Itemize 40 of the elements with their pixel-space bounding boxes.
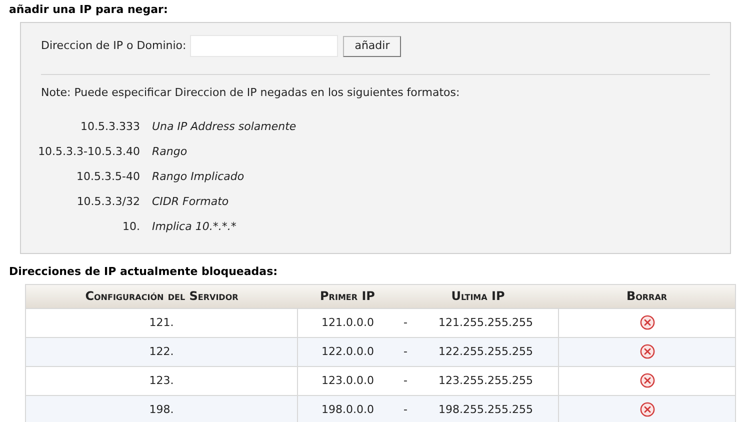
- format-description: Rango: [152, 145, 188, 159]
- range-dash: -: [398, 338, 414, 366]
- table-cell: 122.0.0.0: [298, 338, 398, 366]
- table-cell: 122.255.255.255: [414, 338, 559, 366]
- delete-icon[interactable]: [640, 402, 655, 418]
- column-header: Primer IP: [320, 289, 375, 304]
- table-cell: 121.: [26, 308, 298, 338]
- note-text: Note: Puede especificar Direccion de IP negadas en los siguientes formatos:: [40, 86, 461, 100]
- table-cell: 123.255.255.255: [414, 366, 559, 396]
- format-description: Una IP Address solamente: [152, 120, 296, 134]
- format-example: 10.5.3.3-10.5.3.40: [37, 145, 140, 159]
- table-cell: 198.255.255.255: [414, 396, 559, 422]
- format-description: Rango Implicado: [152, 170, 244, 184]
- delete-icon[interactable]: [640, 315, 655, 330]
- column-header: Ultima IP: [451, 289, 505, 304]
- range-dash: -: [398, 366, 414, 396]
- format-example: 10.: [122, 220, 140, 234]
- format-example: 10.5.3.333: [80, 120, 140, 134]
- format-example: 10.5.3.5-40: [76, 170, 140, 184]
- format-description: CIDR Formato: [152, 195, 229, 209]
- table-cell: 121.0.0.0: [298, 308, 398, 338]
- column-header: Configuración del Servidor: [85, 289, 238, 304]
- column-header: Borrar: [626, 289, 668, 304]
- format-example: 10.5.3.3/32: [76, 195, 140, 209]
- range-dash: -: [398, 308, 414, 338]
- add-button[interactable]: añadir: [343, 36, 402, 56]
- section-title: añadir una IP para negar:: [8, 2, 169, 18]
- field-label: Direccion de IP o Dominio:: [41, 38, 186, 54]
- range-dash: -: [398, 396, 414, 422]
- ip-input-field[interactable]: [190, 35, 338, 57]
- delete-icon[interactable]: [640, 344, 655, 360]
- table-cell: 198.0.0.0: [298, 396, 398, 422]
- table-cell: 121.255.255.255: [414, 308, 559, 338]
- table-cell: 123.: [26, 366, 298, 396]
- delete-icon[interactable]: [640, 373, 655, 388]
- table-cell: 122.: [26, 338, 298, 366]
- format-description: Implica 10.*.*.*: [152, 220, 236, 234]
- section-title: Direcciones de IP actualmente bloqueadas:: [8, 264, 279, 280]
- table-cell: 123.0.0.0: [298, 366, 398, 396]
- table-cell: 198.: [26, 396, 298, 422]
